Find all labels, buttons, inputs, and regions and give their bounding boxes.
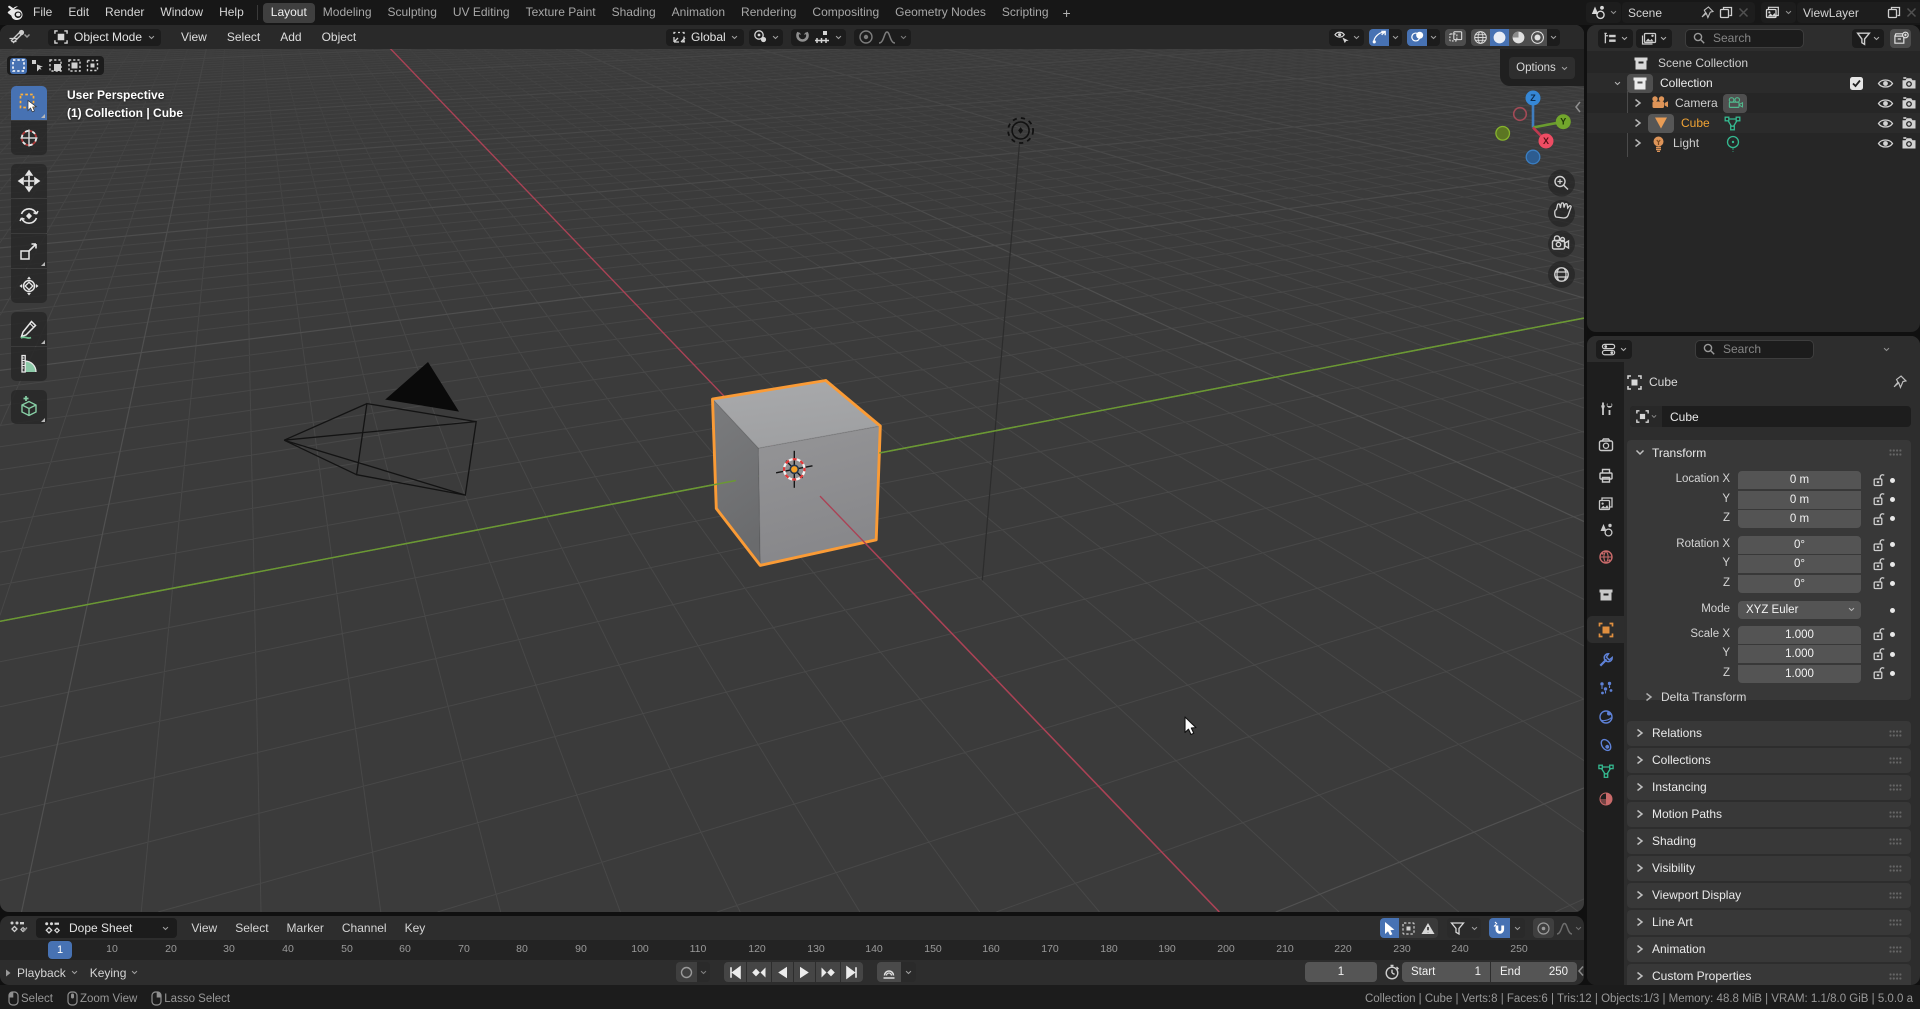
svg-text:Y: Y — [1560, 117, 1566, 127]
svg-text:Z: Z — [1530, 93, 1536, 103]
svg-text:X: X — [1543, 136, 1549, 146]
